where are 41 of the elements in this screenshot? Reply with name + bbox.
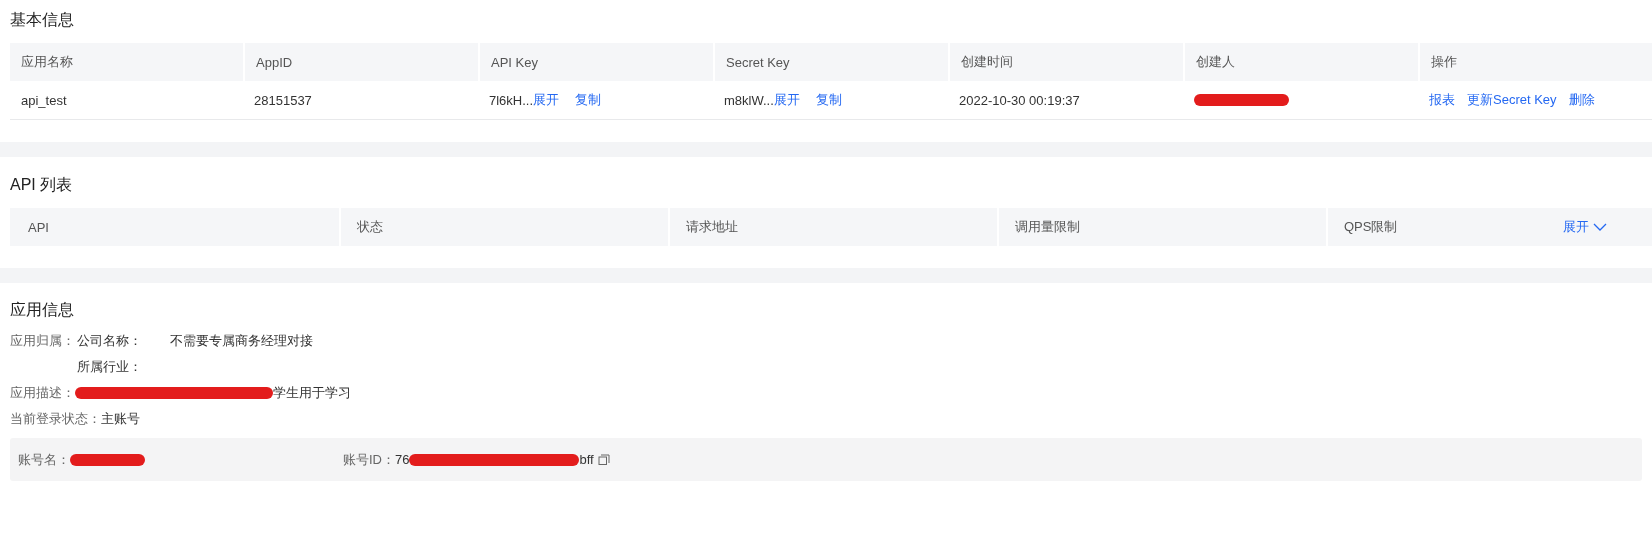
field-value: 76 xyxy=(395,452,410,467)
expand-link[interactable]: 展开 xyxy=(773,91,800,109)
copy-icon[interactable] xyxy=(597,453,610,466)
copy-link[interactable]: 复制 xyxy=(575,91,602,109)
column-header: 请求地址 xyxy=(668,208,997,246)
field-value: 主账号 xyxy=(101,410,140,428)
field-label: 账号ID： xyxy=(343,450,395,469)
column-header: 操作 xyxy=(1418,43,1652,81)
report-link[interactable]: 报表 xyxy=(1429,91,1455,109)
section-title: 基本信息 xyxy=(10,10,75,30)
section-title: API 列表 xyxy=(10,175,74,195)
copy-link[interactable]: 复制 xyxy=(815,91,842,109)
column-header: 应用名称 xyxy=(10,43,243,81)
key-value: m8klW... xyxy=(724,92,774,108)
field-label: 公司名称： xyxy=(77,332,142,350)
table-cell: api_test xyxy=(21,92,67,108)
update-secret-link[interactable]: 更新Secret Key xyxy=(1467,91,1557,109)
field-label: 账号名： xyxy=(18,450,70,469)
delete-link[interactable]: 删除 xyxy=(1568,91,1595,109)
field-label: 所属行业： xyxy=(77,358,142,376)
table-cell: 28151537 xyxy=(254,92,312,108)
column-header: API Key xyxy=(478,43,713,81)
field-label: 应用归属： xyxy=(10,332,75,350)
table-cell: 2022-10-30 00:19:37 xyxy=(959,92,1080,108)
column-header: AppID xyxy=(243,43,478,81)
section-title: 应用信息 xyxy=(10,300,75,320)
field-value: 不需要专属商务经理对接 xyxy=(170,332,313,350)
column-header: 状态 xyxy=(339,208,668,246)
field-label: 当前登录状态： xyxy=(10,410,101,428)
field-value: bff xyxy=(579,452,594,467)
column-header: 创建时间 xyxy=(948,43,1183,81)
column-header: 调用量限制 xyxy=(997,208,1326,246)
expand-link[interactable]: 展开 xyxy=(1563,218,1607,236)
field-label: 应用描述： xyxy=(10,384,75,402)
expand-link[interactable]: 展开 xyxy=(533,91,560,109)
field-value: 学生用于学习 xyxy=(273,384,351,402)
chevron-down-icon xyxy=(1593,223,1607,231)
key-value: 7l6kH... xyxy=(489,92,534,108)
column-header: Secret Key xyxy=(713,43,948,81)
column-header: API xyxy=(10,208,339,246)
column-header: 创建人 xyxy=(1183,43,1418,81)
